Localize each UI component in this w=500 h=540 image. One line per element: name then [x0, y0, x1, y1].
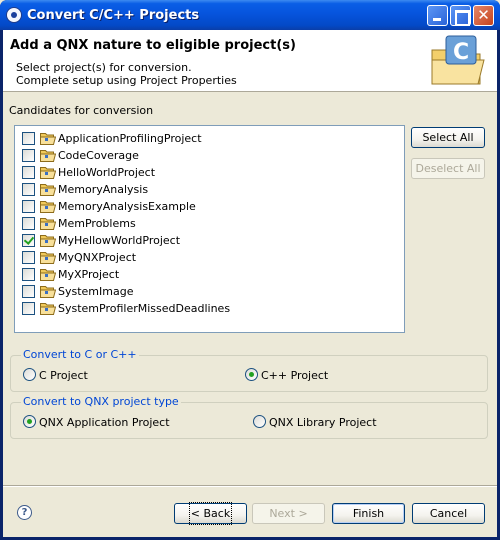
select-all-button[interactable]: Select All — [411, 127, 485, 148]
list-item[interactable]: MemoryAnalysis — [20, 181, 390, 198]
project-checkbox[interactable] — [22, 183, 35, 196]
c-project-radio[interactable] — [23, 368, 36, 381]
project-checkbox[interactable] — [22, 302, 35, 315]
list-item[interactable]: MemProblems — [20, 215, 390, 232]
list-item[interactable]: MyXProject — [20, 266, 390, 283]
finish-button[interactable]: Finish — [332, 503, 405, 524]
cancel-button[interactable]: Cancel — [412, 503, 485, 524]
page-description: Select project(s) for conversion. — [16, 61, 192, 74]
app-icon — [6, 7, 22, 23]
project-label[interactable]: MyXProject — [58, 268, 119, 281]
project-type-group: Convert to QNX project type QNX Applicat… — [10, 395, 488, 439]
project-checkbox[interactable] — [22, 217, 35, 230]
dialog-window: Convert C/C++ Projects ✕ Add a QNX natur… — [0, 0, 500, 540]
project-folder-icon — [40, 217, 57, 230]
window-title: Convert C/C++ Projects — [27, 8, 200, 23]
deselect-all-label: Deselect All — [415, 162, 481, 175]
page-description-2: Complete setup using Project Properties — [16, 74, 237, 87]
project-folder-icon — [40, 149, 57, 162]
list-item[interactable]: MyQNXProject — [20, 249, 390, 266]
wizard-header: Add a QNX nature to eligible project(s) … — [3, 30, 497, 92]
project-checkbox[interactable] — [22, 268, 35, 281]
candidates-list[interactable]: ApplicationProfilingProject CodeCoverage H… — [14, 125, 405, 333]
list-item[interactable]: MyHellowWorldProject — [20, 232, 390, 249]
convert-language-label: Convert to C or C++ — [21, 348, 139, 361]
back-button[interactable]: < Back — [174, 502, 247, 525]
project-label[interactable]: SystemImage — [58, 285, 133, 298]
minimize-button[interactable] — [427, 5, 448, 26]
qnx-application-label[interactable]: QNX Application Project — [39, 416, 170, 429]
c-project-label[interactable]: C Project — [39, 369, 88, 382]
project-checkbox[interactable] — [22, 149, 35, 162]
project-checkbox[interactable] — [22, 200, 35, 213]
next-button[interactable]: Next > — [252, 503, 325, 524]
close-icon: ✕ — [477, 6, 490, 24]
project-checkbox[interactable] — [22, 166, 35, 179]
cpp-project-radio[interactable] — [245, 368, 258, 381]
list-item[interactable]: CodeCoverage — [20, 147, 390, 164]
dialog-body: Add a QNX nature to eligible project(s) … — [3, 30, 497, 537]
deselect-all-button[interactable]: Deselect All — [411, 158, 485, 179]
project-checkbox[interactable] — [22, 251, 35, 264]
project-folder-icon — [40, 268, 57, 281]
list-item[interactable]: MemoryAnalysisExample — [20, 198, 390, 215]
project-folder-icon — [40, 251, 57, 264]
cpp-project-label[interactable]: C++ Project — [261, 369, 328, 382]
project-label[interactable]: CodeCoverage — [58, 149, 139, 162]
project-label[interactable]: HelloWorldProject — [58, 166, 155, 179]
list-item[interactable]: HelloWorldProject — [20, 164, 390, 181]
project-folder-icon — [40, 200, 57, 213]
next-label: Next > — [269, 507, 308, 520]
page-title: Add a QNX nature to eligible project(s) — [10, 38, 296, 53]
footer-separator — [3, 485, 497, 487]
project-folder-icon — [40, 302, 57, 315]
project-label[interactable]: MemoryAnalysis — [58, 183, 148, 196]
project-folder-icon — [40, 166, 57, 179]
project-folder-icon — [40, 132, 57, 145]
project-folder-icon — [40, 285, 57, 298]
project-checkbox[interactable] — [22, 285, 35, 298]
project-checkbox[interactable] — [22, 234, 35, 247]
project-label[interactable]: MemoryAnalysisExample — [58, 200, 196, 213]
list-item[interactable]: ApplicationProfilingProject — [20, 130, 390, 147]
c-project-folder-icon: C — [431, 35, 485, 85]
help-icon[interactable]: ? — [17, 505, 32, 520]
project-label[interactable]: MyQNXProject — [58, 251, 136, 264]
convert-language-group: Convert to C or C++ C Project C++ Projec… — [10, 348, 488, 392]
project-folder-icon — [40, 234, 57, 247]
project-type-label: Convert to QNX project type — [21, 395, 181, 408]
list-item[interactable]: SystemImage — [20, 283, 390, 300]
project-label[interactable]: MyHellowWorldProject — [58, 234, 180, 247]
title-bar[interactable]: Convert C/C++ Projects ✕ — [0, 0, 500, 30]
finish-label: Finish — [352, 507, 385, 520]
qnx-library-radio[interactable] — [253, 415, 266, 428]
maximize-button[interactable] — [450, 5, 471, 26]
project-label[interactable]: SystemProfilerMissedDeadlines — [58, 302, 230, 315]
project-label[interactable]: MemProblems — [58, 217, 136, 230]
project-folder-icon — [40, 183, 57, 196]
project-label[interactable]: ApplicationProfilingProject — [58, 132, 202, 145]
cancel-label: Cancel — [429, 507, 468, 520]
list-item[interactable]: SystemProfilerMissedDeadlines — [20, 300, 390, 317]
select-all-label: Select All — [422, 131, 474, 144]
candidates-label: Candidates for conversion — [9, 104, 154, 117]
svg-text:C: C — [453, 40, 469, 65]
back-label: < Back — [188, 502, 233, 525]
close-button[interactable]: ✕ — [473, 5, 494, 26]
qnx-application-radio[interactable] — [23, 415, 36, 428]
project-checkbox[interactable] — [22, 132, 35, 145]
qnx-library-label[interactable]: QNX Library Project — [269, 416, 377, 429]
